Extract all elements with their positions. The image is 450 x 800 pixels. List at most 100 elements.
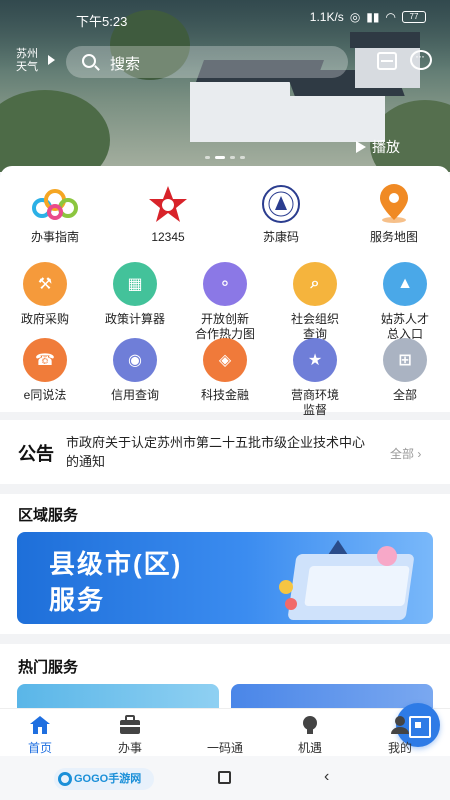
- service-label: 办事指南: [30, 230, 79, 244]
- service-procurement[interactable]: ⚒ 政府采购: [0, 262, 90, 327]
- carousel-dot: [240, 156, 245, 159]
- service-tech-finance[interactable]: ◈ 科技金融: [180, 338, 270, 403]
- service-panel: 办事指南 12345 苏康码 服务地图 ⚒ 政府采购 ▦ 政策计算器 ⚬ 开放创…: [0, 166, 450, 417]
- network-speed: 1.1K/s: [309, 10, 344, 24]
- tree-left: [0, 90, 110, 172]
- credit-icon: ◉: [113, 338, 157, 382]
- signal-icon: ▮▮: [366, 10, 380, 24]
- region-banner[interactable]: 县级市(区) 服务: [17, 532, 433, 624]
- seal-badge-icon: [259, 184, 303, 224]
- scan-icon[interactable]: [377, 52, 397, 70]
- bubbles-glyph: ⚬: [218, 276, 232, 293]
- carousel-dots: [205, 156, 245, 159]
- notice-more-link[interactable]: 全部 ›: [390, 445, 421, 462]
- banner-line2: 服务: [49, 585, 106, 615]
- service-label: 12345: [151, 230, 185, 244]
- police-cap-glyph: ★: [307, 352, 323, 369]
- service-label: 信用查询: [110, 388, 159, 402]
- tab-services[interactable]: 办事: [98, 713, 162, 756]
- banner-line1: 县级市(区): [49, 549, 183, 579]
- notice-tag: 公告: [18, 444, 54, 465]
- red-hotline-logo-icon: [146, 184, 190, 224]
- org-search-icon: ⌕: [293, 262, 337, 306]
- bubble-illustration: [285, 598, 297, 610]
- briefcase-icon: [119, 715, 141, 735]
- tab-label: 首页: [27, 741, 52, 755]
- region-section: 区域服务 县级市(区) 服务: [0, 494, 450, 634]
- credit-glyph: ◉: [128, 352, 142, 369]
- hot-section: 热门服务: [0, 644, 450, 710]
- bubbles-icon: ⚬: [203, 262, 247, 306]
- tab-spacer: [214, 715, 236, 735]
- home-icon: [29, 715, 51, 735]
- service-org-query[interactable]: ⌕ 社会组织 查询: [270, 262, 360, 342]
- carousel-dot-active: [215, 156, 225, 159]
- police-cap-icon: ★: [293, 338, 337, 382]
- service-all[interactable]: ⊞ 全部: [360, 338, 450, 403]
- hero-banner[interactable]: 下午5:23 1.1K/s ◎ ▮▮ ◠ 77 苏州 天气 搜索 播放: [0, 0, 450, 172]
- building-2: [285, 96, 385, 142]
- weather-arrow-icon: [48, 55, 55, 65]
- building-1: [190, 82, 290, 142]
- watermark-text: GOGO手游网: [74, 773, 142, 785]
- grid-all-icon: ⊞: [383, 338, 427, 382]
- carousel-dot: [230, 156, 235, 159]
- tech-finance-glyph: ◈: [218, 352, 232, 369]
- roof-3: [350, 32, 420, 48]
- bubble-illustration: [279, 580, 293, 594]
- service-label: 营商环境 监督: [290, 388, 339, 417]
- service-sukangma[interactable]: 苏康码: [236, 184, 326, 245]
- service-map[interactable]: 服务地图: [349, 184, 439, 245]
- watermark-icon: [58, 772, 72, 786]
- alarm-icon: ◎: [349, 10, 361, 24]
- play-label: 播放: [372, 139, 400, 155]
- system-nav-bar: GOGO手游网 ‹: [0, 756, 450, 800]
- search-placeholder: 搜索: [110, 56, 141, 73]
- message-icon[interactable]: [410, 49, 432, 70]
- service-label: e同说法: [23, 388, 67, 402]
- tab-mine[interactable]: 我的: [368, 713, 432, 756]
- tab-code[interactable]: 一码通: [193, 703, 440, 756]
- battery-icon: 77: [402, 11, 426, 23]
- tab-opportunity[interactable]: 机遇: [278, 713, 342, 756]
- service-guide[interactable]: 办事指南: [10, 184, 100, 245]
- tab-label: 机遇: [297, 741, 322, 755]
- grid-all-glyph: ⊞: [398, 352, 412, 369]
- phone-icon: ☎: [23, 338, 67, 382]
- search-icon: [82, 54, 96, 68]
- weather-widget[interactable]: 苏州 天气: [16, 48, 38, 74]
- back-icon[interactable]: ‹: [324, 768, 329, 786]
- wifi-icon: ◠: [385, 10, 396, 24]
- service-label: 服务地图: [369, 230, 418, 244]
- hot-card[interactable]: [231, 684, 433, 710]
- search-input[interactable]: 搜索: [66, 46, 348, 78]
- hot-card[interactable]: [17, 684, 219, 710]
- chevron-right-icon: ›: [417, 447, 422, 461]
- graduation-cap-icon: ▲: [383, 262, 427, 306]
- service-12345[interactable]: 12345: [123, 184, 213, 245]
- notice-text[interactable]: 市政府关于认定苏州市第二十五批市级企业技术中心的通知: [66, 433, 366, 471]
- hot-title: 热门服务: [18, 659, 79, 676]
- recent-apps-icon[interactable]: [218, 771, 231, 784]
- lightbulb-icon: [299, 715, 321, 735]
- calculator-glyph: ▦: [127, 276, 143, 293]
- service-talent[interactable]: ▲ 姑苏人才 总入口: [360, 262, 450, 342]
- screen-inner-illustration: [304, 566, 410, 606]
- tab-home[interactable]: 首页: [8, 713, 72, 756]
- service-credit[interactable]: ◉ 信用查询: [90, 338, 180, 403]
- watermark-logo: GOGO手游网: [54, 768, 154, 790]
- bubble-illustration: [377, 546, 397, 566]
- service-heatmap[interactable]: ⚬ 开放创新 合作热力图: [180, 262, 270, 342]
- service-policy-calculator[interactable]: ▦ 政策计算器: [90, 262, 180, 327]
- tech-finance-icon: ◈: [203, 338, 247, 382]
- notice-bar[interactable]: 公告 市政府关于认定苏州市第二十五批市级企业技术中心的通知 全部 ›: [0, 420, 450, 484]
- carousel-dot: [205, 156, 210, 159]
- service-label: 政府采购: [20, 312, 69, 326]
- service-legal[interactable]: ☎ e同说法: [0, 338, 90, 403]
- org-search-glyph: ⌕: [310, 275, 320, 292]
- map-pin-icon: [372, 184, 416, 224]
- service-business-supervision[interactable]: ★ 营商环境 监督: [270, 338, 360, 418]
- play-button[interactable]: 播放: [356, 137, 400, 157]
- phone-glyph: ☎: [35, 352, 55, 369]
- service-label: 科技金融: [200, 388, 249, 402]
